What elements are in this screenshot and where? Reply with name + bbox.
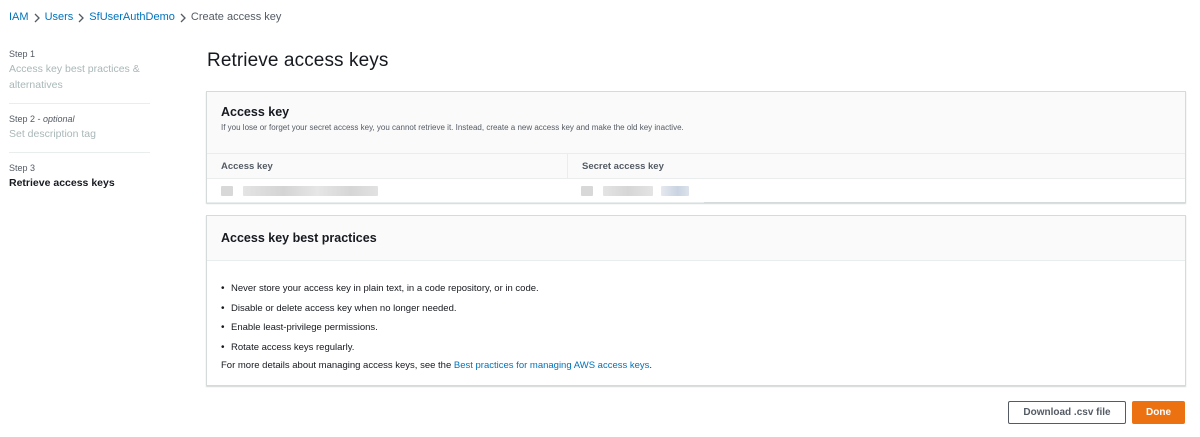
step-number: Step 1 xyxy=(9,49,36,59)
panel-body: Never store your access key in plain tex… xyxy=(207,261,1185,374)
page-title: Retrieve access keys xyxy=(207,50,389,71)
step-1: Step 1 Access key best practices & alter… xyxy=(9,48,150,103)
download-csv-button[interactable]: Download .csv file xyxy=(1008,401,1126,424)
best-practices-panel: Access key best practices Never store yo… xyxy=(206,215,1186,386)
show-secret-link[interactable] xyxy=(661,185,689,196)
best-practices-link[interactable]: Best practices for managing AWS access k… xyxy=(454,360,650,371)
chevron-right-icon xyxy=(73,10,89,24)
panel-header: Access key If you lose or forget your se… xyxy=(207,92,1185,154)
step-optional-label: optional xyxy=(43,114,75,124)
chevron-right-icon xyxy=(29,10,45,24)
breadcrumb-link-users[interactable]: Users xyxy=(45,11,74,23)
key-table-header: Access key Secret access key xyxy=(207,153,1185,179)
wizard-steps: Step 1 Access key best practices & alter… xyxy=(9,48,150,201)
panel-description: If you lose or forget your secret access… xyxy=(221,123,684,132)
step-title: Set description tag xyxy=(9,128,96,140)
column-header-access-key: Access key xyxy=(221,160,273,172)
secret-access-key-value[interactable] xyxy=(567,185,689,196)
step-number: Step 3 xyxy=(9,163,36,173)
list-item: Enable least-privilege permissions. xyxy=(221,318,1171,338)
step-number: Step 2 - optional xyxy=(9,114,75,124)
more-details-text: For more details about managing access k… xyxy=(221,360,653,371)
column-header-secret-access-key: Secret access key xyxy=(567,153,664,179)
redacted-secret-key xyxy=(603,185,653,196)
step-title: Retrieve access keys xyxy=(9,177,115,189)
copy-icon[interactable] xyxy=(221,185,233,196)
best-practices-list: Never store your access key in plain tex… xyxy=(221,279,1171,357)
chevron-right-icon xyxy=(175,10,191,24)
redacted-access-key xyxy=(243,185,378,196)
step-2: Step 2 - optional Set description tag xyxy=(9,103,150,152)
panel-title: Access key xyxy=(221,105,290,119)
copy-icon[interactable] xyxy=(581,185,593,196)
list-item: Never store your access key in plain tex… xyxy=(221,279,1171,299)
list-item: Rotate access keys regularly. xyxy=(221,338,1171,358)
breadcrumb-link-iam[interactable]: IAM xyxy=(9,11,29,23)
step-3: Step 3 Retrieve access keys xyxy=(9,152,150,201)
access-key-panel: Access key If you lose or forget your se… xyxy=(206,91,1186,203)
breadcrumb: IAM Users SfUserAuthDemo Create access k… xyxy=(9,10,281,24)
access-key-value[interactable] xyxy=(207,185,567,196)
table-row xyxy=(207,179,704,203)
done-button[interactable]: Done xyxy=(1132,401,1185,424)
panel-title: Access key best practices xyxy=(221,231,377,245)
breadcrumb-link-user[interactable]: SfUserAuthDemo xyxy=(89,11,175,23)
step-title: Access key best practices & alternatives xyxy=(9,63,140,91)
list-item: Disable or delete access key when no lon… xyxy=(221,299,1171,319)
breadcrumb-current: Create access key xyxy=(190,11,282,23)
panel-header: Access key best practices xyxy=(207,216,1185,261)
